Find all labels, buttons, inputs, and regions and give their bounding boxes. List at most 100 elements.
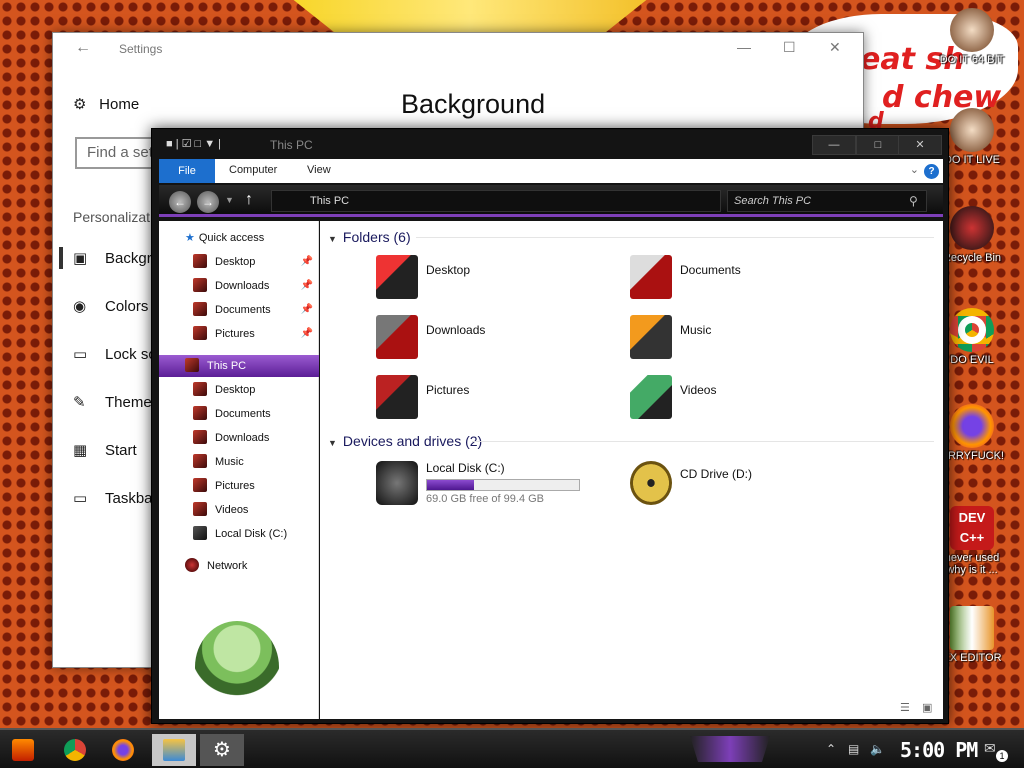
settings-nav-colors[interactable]: ◉ Colors: [73, 297, 148, 315]
nav-pc-downloads[interactable]: Downloads: [159, 427, 319, 449]
settings-nav-background[interactable]: ▣ Backgro: [58, 247, 160, 269]
nav-pc-local-disk[interactable]: Local Disk (C:): [159, 523, 319, 545]
pictures-folder-icon: [376, 375, 418, 419]
up-arrow-icon[interactable]: ↑: [245, 191, 253, 209]
taskbar-file-explorer[interactable]: [152, 734, 196, 766]
taskbar-chrome[interactable]: [58, 734, 92, 766]
drive-tile-local-disk[interactable]: Local Disk (C:) 69.0 GB free of 99.4 GB: [376, 461, 616, 509]
settings-nav-themes[interactable]: ✎ Theme: [73, 393, 152, 411]
nav-label: Network: [207, 560, 248, 572]
downloads-folder-icon: [193, 278, 207, 292]
nav-pc-documents[interactable]: Documents: [159, 403, 319, 425]
downloads-folder-icon: [193, 430, 207, 444]
chevron-down-icon[interactable]: ⌄: [910, 163, 919, 176]
notification-icon[interactable]: ✉: [984, 740, 996, 757]
nav-pc-videos[interactable]: Videos: [159, 499, 319, 521]
notification-count-badge: 1: [996, 750, 1008, 762]
minimize-icon[interactable]: —: [812, 135, 856, 155]
nav-label: Documents: [215, 304, 271, 316]
nav-quick-access[interactable]: ★ Quick access: [159, 227, 319, 249]
videos-folder-icon: [630, 375, 672, 419]
settings-nav-lock-screen[interactable]: ▭ Lock sc: [73, 345, 156, 363]
back-arrow-icon[interactable]: ←: [75, 39, 91, 57]
volume-icon[interactable]: 🔈: [870, 742, 885, 756]
nav-item-desktop[interactable]: Desktop 📌: [159, 251, 319, 273]
search-input[interactable]: Search This PC: [727, 190, 927, 212]
tab-computer[interactable]: Computer: [229, 164, 277, 176]
portrait-icon: [950, 8, 994, 52]
taskbar: ⚙ ⌃ ▤ 🔈 5:00 PM ✉ 1: [0, 728, 1024, 768]
close-icon[interactable]: ✕: [829, 39, 841, 56]
pin-icon[interactable]: 📌: [301, 251, 313, 273]
help-icon[interactable]: ?: [924, 164, 939, 179]
address-bar: ← → ▼ ↑ This PC Search This PC ⚲: [159, 185, 943, 217]
nav-this-pc[interactable]: This PC: [159, 355, 319, 377]
start-button[interactable]: [6, 734, 40, 766]
taskbar-firefox[interactable]: [106, 734, 140, 766]
settings-nav-taskbar[interactable]: ▭ Taskba: [73, 489, 153, 507]
quick-access-toolbar-icons[interactable]: ■ | ☑ □ ▼ |: [166, 137, 221, 150]
ribbon: File Computer View ⌄ ?: [159, 159, 943, 183]
tab-file[interactable]: File: [159, 159, 215, 183]
hard-drive-icon: [376, 461, 418, 505]
nav-item-downloads[interactable]: Downloads 📌: [159, 275, 319, 297]
settings-nav-start[interactable]: ▦ Start: [73, 441, 137, 459]
folder-label: Pictures: [426, 383, 470, 397]
settings-home-label: Home: [99, 96, 140, 113]
group-divider: [416, 237, 934, 238]
lock-screen-icon: ▭: [73, 346, 88, 363]
portrait-icon: [950, 108, 994, 152]
network-icon[interactable]: ▤: [848, 742, 859, 756]
desktop-icon-label: Recycle Bin: [942, 252, 1002, 264]
back-button[interactable]: ←: [169, 191, 191, 213]
desktop-icon-64bit[interactable]: DO IT 64 BIT: [937, 8, 1007, 66]
nav-label: Downloads: [215, 280, 270, 292]
pin-icon[interactable]: 📌: [301, 323, 313, 345]
desktop-icon-label: EX EDITOR: [942, 652, 1002, 664]
folder-tile-videos[interactable]: Videos: [630, 375, 870, 423]
content-pane: ▼ Folders (6) Desktop Documents Downloads…: [320, 221, 943, 719]
folders-group-header[interactable]: ▼ Folders (6): [328, 229, 411, 245]
desktop-icon-label: DO EVIL: [950, 354, 994, 366]
close-icon[interactable]: ✕: [898, 135, 942, 155]
gear-icon: ⚙: [213, 739, 231, 761]
clock[interactable]: 5:00 PM: [900, 738, 978, 762]
group-header-label: Devices and drives (2): [342, 433, 483, 449]
tab-view[interactable]: View: [307, 164, 331, 176]
nav-label: Local Disk (C:): [215, 528, 288, 540]
search-icon[interactable]: ⚲: [909, 194, 918, 208]
maximize-icon[interactable]: □: [856, 135, 900, 155]
show-hidden-icons-chevron[interactable]: ⌃: [826, 742, 836, 756]
folder-tile-downloads[interactable]: Downloads: [376, 315, 616, 363]
character-sticker: [195, 621, 279, 713]
drive-tile-cd[interactable]: CD Drive (D:): [630, 461, 870, 509]
forward-button[interactable]: →: [197, 191, 219, 213]
nav-pc-pictures[interactable]: Pictures: [159, 475, 319, 497]
recent-locations-chevron-icon[interactable]: ▼: [225, 195, 234, 205]
settings-nav-label: Lock sc: [105, 346, 156, 363]
nav-item-documents[interactable]: Documents 📌: [159, 299, 319, 321]
devices-group-header[interactable]: ▼ Devices and drives (2): [328, 433, 482, 449]
large-icons-view-icon[interactable]: ▣: [922, 701, 932, 714]
minimize-icon[interactable]: —: [737, 39, 751, 55]
settings-section-title: Personalizat: [73, 209, 151, 225]
nav-network[interactable]: Network: [159, 555, 319, 577]
address-path[interactable]: This PC: [271, 190, 721, 212]
folder-tile-documents[interactable]: Documents: [630, 255, 870, 303]
desktop-icon-label: URRYFUCK!: [940, 450, 1004, 462]
nav-item-pictures[interactable]: Pictures 📌: [159, 323, 319, 345]
maximize-icon[interactable]: ☐: [783, 39, 796, 56]
details-view-icon[interactable]: ☰: [900, 701, 910, 714]
pin-icon[interactable]: 📌: [301, 299, 313, 321]
folder-tile-music[interactable]: Music: [630, 315, 870, 363]
folder-tile-desktop[interactable]: Desktop: [376, 255, 616, 303]
nav-label: Pictures: [215, 480, 255, 492]
folder-tile-pictures[interactable]: Pictures: [376, 375, 616, 423]
nav-pc-desktop[interactable]: Desktop: [159, 379, 319, 401]
cd-drive-icon: [630, 461, 672, 505]
taskbar-accent-decoration: [690, 736, 770, 762]
pin-icon[interactable]: 📌: [301, 275, 313, 297]
settings-home[interactable]: ⚙ Home: [73, 95, 139, 113]
taskbar-settings[interactable]: ⚙: [200, 734, 244, 766]
nav-pc-music[interactable]: Music: [159, 451, 319, 473]
